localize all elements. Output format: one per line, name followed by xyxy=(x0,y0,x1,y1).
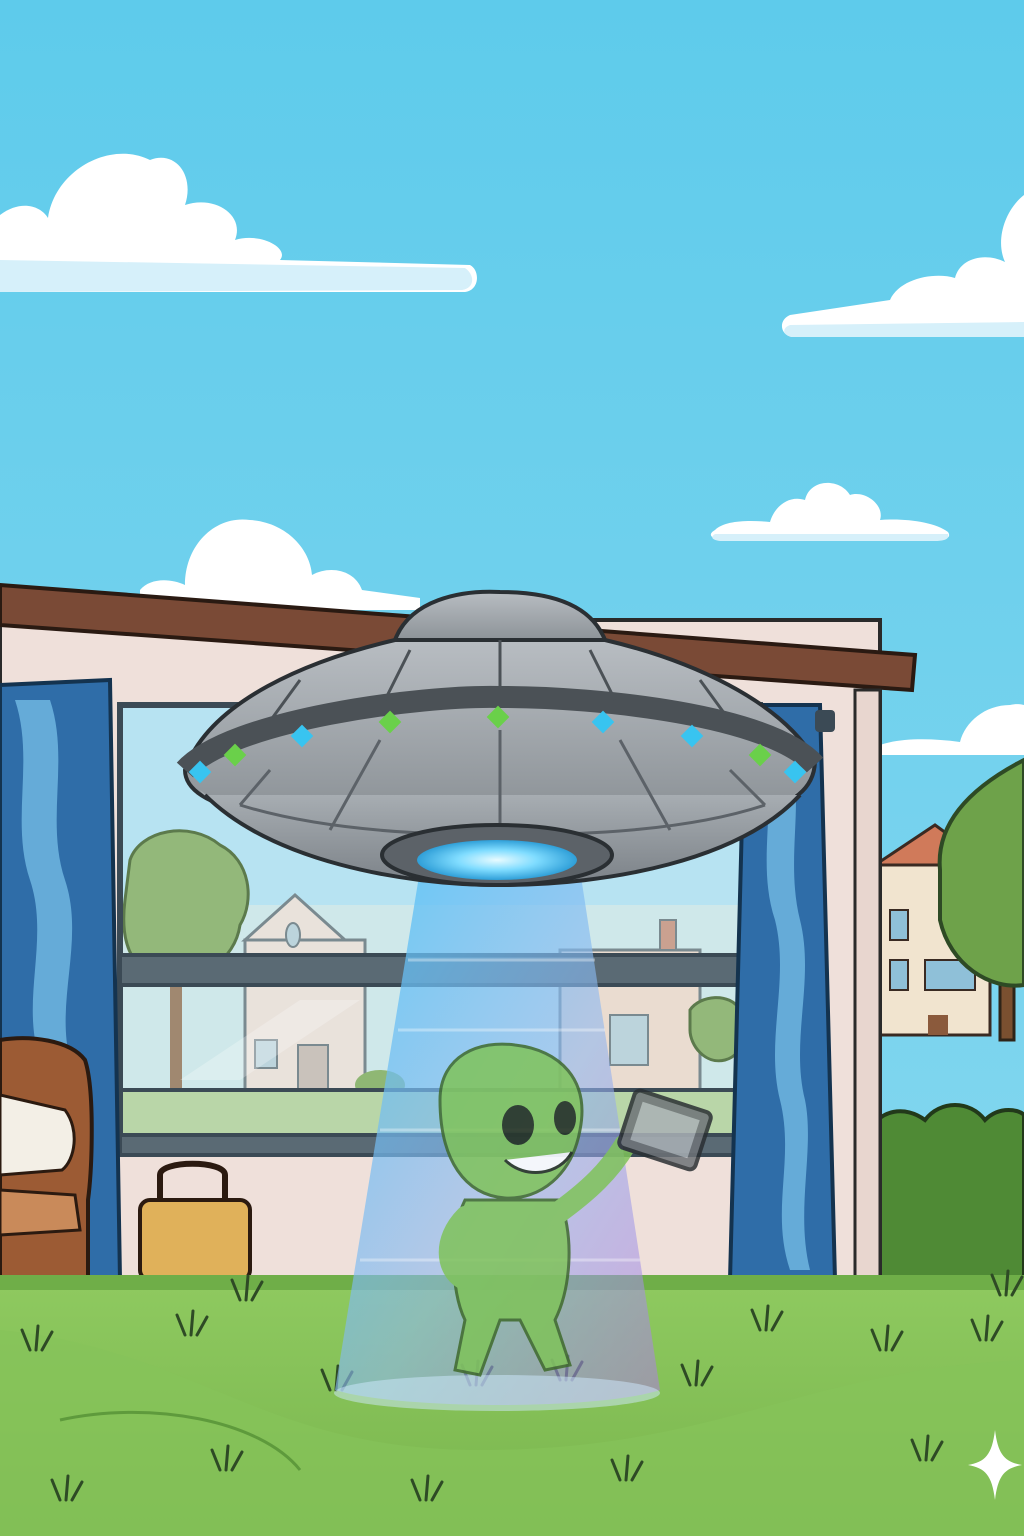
scene-svg xyxy=(0,0,1024,1536)
bushes-right xyxy=(868,1103,1024,1292)
armchair xyxy=(0,1036,94,1287)
scene-illustration xyxy=(0,0,1024,1536)
